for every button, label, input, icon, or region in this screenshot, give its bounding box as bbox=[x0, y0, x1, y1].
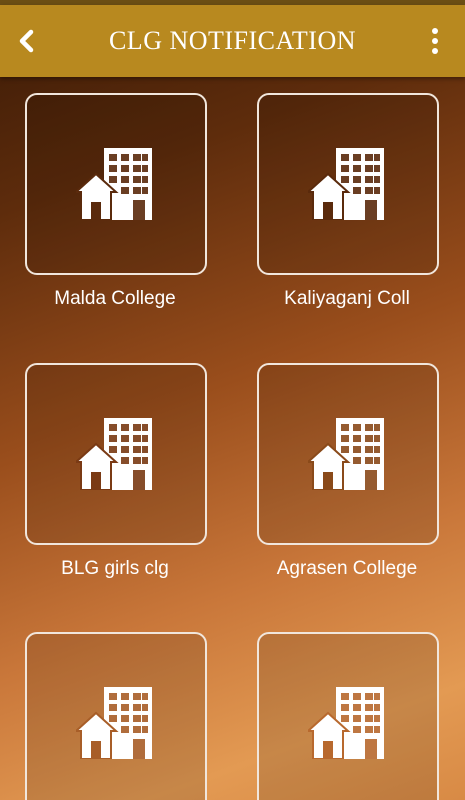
more-vertical-icon-dot bbox=[432, 28, 438, 34]
more-vertical-icon-dot bbox=[432, 38, 438, 44]
building-icon bbox=[308, 687, 384, 759]
more-vertical-icon-dot bbox=[432, 48, 438, 54]
college-tile[interactable] bbox=[25, 632, 207, 800]
page-title: CLG NOTIFICATION bbox=[108, 26, 357, 55]
building-icon bbox=[76, 418, 152, 490]
building-icon bbox=[76, 148, 152, 220]
college-tile[interactable] bbox=[257, 93, 439, 275]
college-name: Agrasen College bbox=[276, 558, 418, 579]
college-tile[interactable] bbox=[25, 363, 207, 545]
college-tile[interactable] bbox=[257, 632, 439, 800]
college-name: Malda College bbox=[54, 288, 176, 309]
college-grid: Malda College Kaliyaganj Coll BLG girls … bbox=[0, 77, 465, 800]
back-button[interactable] bbox=[8, 23, 44, 59]
building-icon bbox=[308, 418, 384, 490]
building-icon bbox=[308, 148, 384, 220]
chevron-left-icon bbox=[19, 29, 34, 53]
college-tile[interactable] bbox=[257, 363, 439, 545]
college-name: Kaliyaganj Coll bbox=[284, 288, 410, 309]
college-name: BLG girls clg bbox=[61, 558, 169, 579]
building-icon bbox=[76, 687, 152, 759]
app-bar: CLG NOTIFICATION bbox=[0, 5, 465, 77]
college-tile[interactable] bbox=[25, 93, 207, 275]
more-menu-button[interactable] bbox=[427, 23, 443, 59]
